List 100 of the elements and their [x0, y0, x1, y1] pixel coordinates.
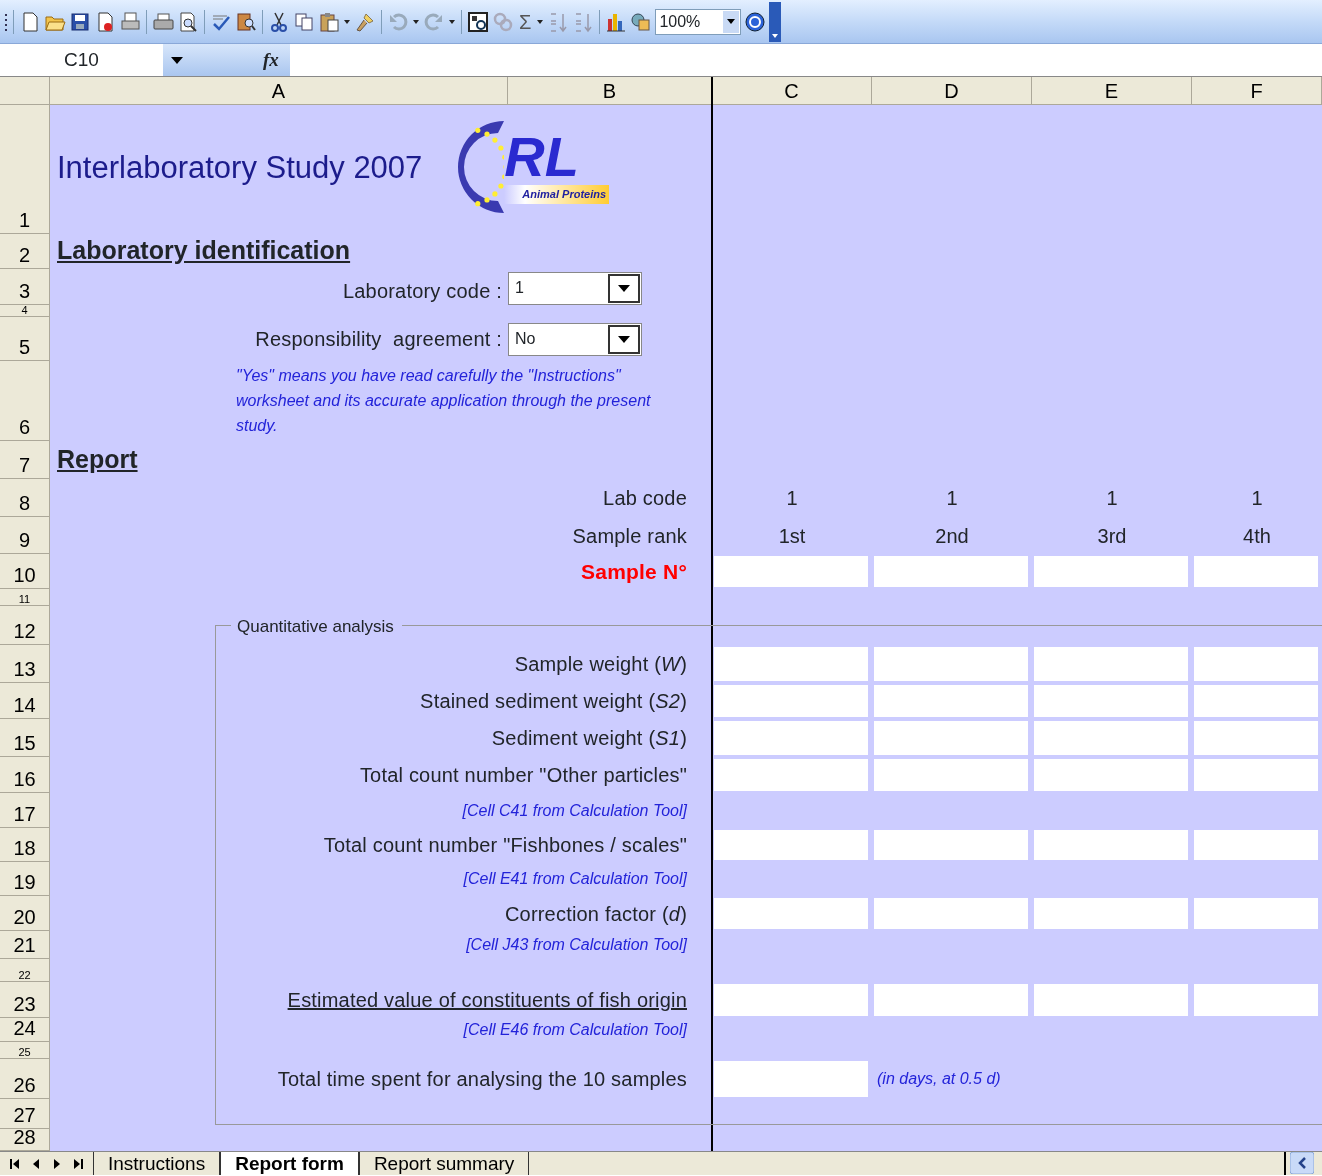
input-cell[interactable]	[714, 984, 868, 1016]
row-header[interactable]: 19	[0, 862, 50, 896]
row-header[interactable]: 15	[0, 719, 50, 757]
input-cell[interactable]	[1034, 898, 1188, 929]
input-cell[interactable]	[1194, 898, 1318, 929]
input-cell[interactable]	[1034, 685, 1188, 717]
input-cell[interactable]	[1034, 830, 1188, 860]
input-cell[interactable]	[1194, 647, 1318, 681]
input-cell[interactable]	[874, 685, 1028, 717]
row-header[interactable]: 13	[0, 645, 50, 683]
row-header[interactable]: 23	[0, 982, 50, 1018]
input-cell[interactable]	[714, 830, 868, 860]
row-label: Sample N°	[580, 558, 688, 585]
row-header[interactable]: 18	[0, 828, 50, 862]
row-header[interactable]: 7	[0, 441, 50, 479]
cut-icon[interactable]	[268, 10, 290, 33]
row-header[interactable]: 4	[0, 305, 50, 317]
logo-subtitle: Animal Proteins	[504, 185, 610, 204]
row-header[interactable]: 24	[0, 1018, 50, 1042]
row-header[interactable]: 1	[0, 105, 50, 234]
table-value: 4th	[1242, 523, 1272, 549]
input-cell[interactable]	[1194, 759, 1318, 791]
row-header[interactable]: 28	[0, 1129, 50, 1151]
document-printer-icon[interactable]	[119, 10, 141, 33]
sheet-tab[interactable]: Instructions	[93, 1152, 221, 1175]
row-header[interactable]: 27	[0, 1099, 50, 1129]
input-cell[interactable]	[874, 721, 1028, 755]
input-cell[interactable]	[714, 556, 868, 587]
input-cell[interactable]	[714, 647, 868, 681]
sheet-tab[interactable]: Report summary	[358, 1152, 530, 1175]
row-header[interactable]: 8	[0, 479, 50, 517]
print-icon[interactable]	[152, 10, 174, 33]
input-cell[interactable]	[1194, 984, 1318, 1016]
row-header[interactable]: 21	[0, 931, 50, 959]
select-all-button[interactable]	[0, 77, 50, 105]
row-header[interactable]: 2	[0, 234, 50, 269]
table-value: 1	[785, 486, 799, 511]
input-cell[interactable]	[1034, 759, 1188, 791]
dropdown-value: No	[515, 329, 536, 349]
autosum-button[interactable]: Σ	[517, 11, 534, 32]
input-cell[interactable]	[714, 898, 868, 929]
row-header[interactable]: 12	[0, 606, 50, 645]
row-header[interactable]: 3	[0, 269, 50, 305]
row-label: Correction factor (d)	[503, 901, 688, 927]
input-cell[interactable]	[1194, 556, 1318, 587]
print-preview-icon[interactable]	[177, 10, 199, 33]
input-cell[interactable]	[874, 759, 1028, 791]
row-header[interactable]: 17	[0, 793, 50, 828]
column-header[interactable]: A	[50, 77, 508, 105]
sheet-tab[interactable]: Report form	[220, 1152, 359, 1175]
column-header[interactable]: D	[872, 77, 1032, 105]
function-label[interactable]: fx	[263, 45, 279, 75]
input-cell[interactable]	[714, 759, 868, 791]
input-cell[interactable]	[1194, 830, 1318, 860]
input-cell[interactable]	[714, 685, 868, 717]
unit-note: (in days, at 0.5 d)	[876, 1069, 1001, 1089]
input-cell[interactable]	[1034, 647, 1188, 681]
row-header[interactable]: 14	[0, 683, 50, 719]
toolbar-options-icon[interactable]	[769, 1, 782, 42]
dropdown-field[interactable]: 1	[508, 271, 642, 305]
copy-icon[interactable]	[293, 10, 315, 33]
input-cell[interactable]	[874, 898, 1028, 929]
input-cell[interactable]	[1034, 721, 1188, 755]
field-label: Responsibility agreement :	[254, 327, 503, 352]
input-cell[interactable]	[714, 721, 868, 755]
help-icon[interactable]	[744, 10, 767, 33]
table-value: 1	[945, 486, 959, 511]
column-header[interactable]: B	[508, 77, 712, 105]
row-header[interactable]: 5	[0, 317, 50, 361]
caret-icon[interactable]	[171, 56, 183, 64]
dropdown-field[interactable]: No	[508, 322, 642, 356]
row-header[interactable]: 25	[0, 1042, 50, 1059]
input-cell[interactable]	[714, 1061, 868, 1097]
column-header[interactable]: C	[712, 77, 872, 105]
book-magnifier-icon[interactable]	[235, 10, 257, 33]
paste-icon[interactable]	[318, 10, 340, 33]
save-icon[interactable]	[69, 10, 91, 33]
row-header[interactable]: 11	[0, 589, 50, 606]
row-header[interactable]: 26	[0, 1059, 50, 1099]
row-header[interactable]: 20	[0, 896, 50, 931]
input-cell[interactable]	[1034, 556, 1188, 587]
input-cell[interactable]	[1034, 984, 1188, 1016]
input-cell[interactable]	[874, 830, 1028, 860]
input-cell[interactable]	[1194, 685, 1318, 717]
input-cell[interactable]	[874, 556, 1028, 587]
row-header[interactable]: 10	[0, 554, 50, 589]
row-header[interactable]: 6	[0, 361, 50, 441]
shapes-icon[interactable]	[630, 10, 653, 33]
zoom-dropdown[interactable]: 100%	[655, 8, 742, 35]
scroll-left-icon[interactable]	[1290, 1152, 1314, 1174]
row-label: Stained sediment weight (S2)	[419, 689, 688, 714]
column-header[interactable]: E	[1032, 77, 1192, 105]
row-header[interactable]: 22	[0, 959, 50, 982]
input-cell[interactable]	[874, 984, 1028, 1016]
column-header[interactable]: F	[1192, 77, 1322, 105]
input-cell[interactable]	[1194, 721, 1318, 755]
row-header[interactable]: 16	[0, 757, 50, 793]
source-note: [Cell E46 from Calculation Tool]	[462, 1020, 688, 1040]
input-cell[interactable]	[874, 647, 1028, 681]
row-header[interactable]: 9	[0, 517, 50, 554]
